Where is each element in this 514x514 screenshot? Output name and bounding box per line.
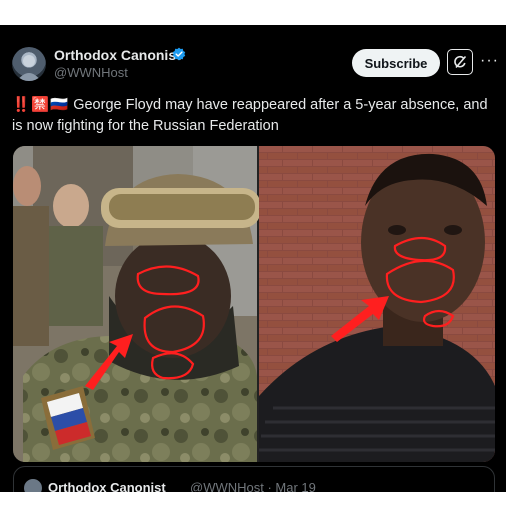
media-image (13, 146, 495, 462)
quoted-post-display-name: Orthodox Canonist (48, 480, 166, 492)
grok-icon (454, 55, 467, 69)
handle[interactable]: @WWNHost (54, 65, 128, 80)
post-body: George Floyd may have reappeared after a… (12, 97, 488, 134)
subscribe-button[interactable]: Subscribe (352, 49, 440, 77)
post-text: ‼️🈲🇷🇺 George Floyd may have reappeared a… (12, 95, 500, 137)
quoted-post-meta: @WWNHost · Mar 19 (190, 480, 316, 492)
display-name[interactable]: Orthodox Canonist (54, 47, 181, 63)
emoji-flags: ‼️🈲🇷🇺 (12, 97, 70, 113)
verified-badge-icon (172, 47, 186, 61)
left-photo (13, 146, 261, 462)
quoted-post[interactable]: Orthodox Canonist @WWNHost · Mar 19 (13, 466, 495, 492)
right-photo (259, 146, 495, 462)
grok-button[interactable] (447, 49, 473, 75)
more-icon[interactable]: ··· (480, 52, 499, 70)
quoted-post-avatar (24, 479, 42, 492)
post-card: Orthodox Canonist @WWNHost Subscribe ···… (0, 25, 506, 492)
avatar[interactable] (12, 47, 46, 81)
post-media[interactable] (13, 146, 495, 462)
